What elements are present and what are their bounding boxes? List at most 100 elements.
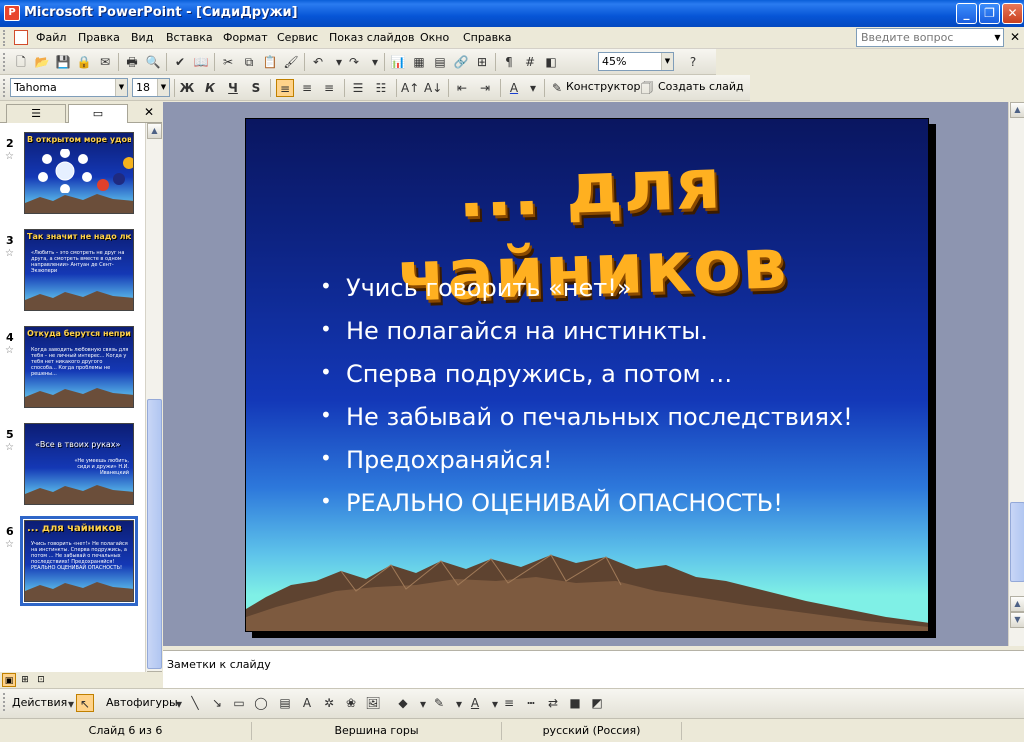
document-icon[interactable] [14,30,28,45]
slide-thumbnail[interactable]: «Все в твоих руках» «Не умеешь любить, с… [24,423,134,505]
print-icon[interactable]: 🖶 [123,53,141,71]
font-select[interactable]: Tahoma ▼ [10,78,128,97]
current-slide[interactable]: ... для чайников Учись говорить «нет!» Н… [245,118,929,632]
close-button[interactable]: ✕ [1002,3,1023,24]
line-style-icon[interactable]: ≡ [500,694,518,712]
minimize-button[interactable]: _ [956,3,977,24]
italic-button[interactable]: К [201,79,219,97]
line-color-icon[interactable]: ✎ [430,694,448,712]
ellipse-icon[interactable]: ◯ [252,694,270,712]
menu-help[interactable]: Справка [463,31,511,44]
notes-pane[interactable]: Заметки к слайду [163,650,1024,688]
menu-view[interactable]: Вид [131,31,153,44]
align-center-icon[interactable]: ≡ [298,79,316,97]
menu-insert[interactable]: Вставка [166,31,213,44]
arrow-icon[interactable]: ↘ [208,694,226,712]
permission-icon[interactable]: 🔒 [75,53,93,71]
chevron-down-icon[interactable]: ▼ [992,29,1003,46]
designer-icon[interactable]: ✎ [548,79,566,97]
numbering-icon[interactable]: ☰ [349,79,367,97]
slide-thumbnail[interactable]: В открытом море удовольствий... [24,132,134,214]
font-color-icon[interactable]: A [466,694,484,712]
help-search-input[interactable]: Введите вопрос [856,28,1004,47]
outline-tab[interactable]: ☰ [6,104,66,123]
scroll-up-icon[interactable]: ▲ [1010,102,1024,118]
new-slide-icon[interactable]: 🗍 [638,79,656,97]
font-color-icon[interactable]: A [505,79,523,97]
fill-color-icon[interactable]: ◆ [394,694,412,712]
chevron-down-icon[interactable]: ▼ [661,53,673,70]
toolbar-grip[interactable] [3,30,6,46]
dash-style-icon[interactable]: ┅ [522,694,540,712]
redo-dropdown-icon[interactable]: ▾ [366,53,384,71]
textbox-icon[interactable]: ▤ [276,694,294,712]
table-icon[interactable]: ▦ [410,53,428,71]
increase-indent-icon[interactable]: ⇥ [476,79,494,97]
menu-tools[interactable]: Сервис [277,31,318,44]
shadow-button[interactable]: S [247,79,265,97]
decrease-font-icon[interactable]: A↓ [424,79,442,97]
format-painter-icon[interactable]: 🖌 [282,53,300,71]
toolbar-grip[interactable] [3,79,6,97]
sorter-view-icon[interactable]: ⊞ [18,673,32,687]
toolbar-grip[interactable] [3,693,6,711]
spelling-icon[interactable]: ✔ [171,53,189,71]
open-icon[interactable]: 📂 [33,53,51,71]
scroll-thumb[interactable] [1010,502,1024,582]
picture-icon[interactable]: 🖼 [364,694,382,712]
chevron-down-icon[interactable]: ▼ [115,79,127,96]
shadow-style-icon[interactable]: ■ [566,694,584,712]
chevron-down-icon[interactable]: ▼ [157,79,169,96]
slide-thumbnail[interactable]: Так значит не надо любить? «Любить – это… [24,229,134,311]
paste-icon[interactable]: 📋 [261,53,279,71]
chart-icon[interactable]: 📊 [389,53,407,71]
maximize-button[interactable]: ❐ [979,3,1000,24]
color-icon[interactable]: ◧ [542,53,560,71]
decrease-indent-icon[interactable]: ⇤ [453,79,471,97]
slide-thumbnail[interactable]: Откуда берутся неприятности? Когда завод… [24,326,134,408]
hyperlink-icon[interactable]: 🔗 [452,53,470,71]
cut-icon[interactable]: ✂ [219,53,237,71]
prev-slide-icon[interactable]: ▲ [1010,596,1024,612]
3d-style-icon[interactable]: ◩ [588,694,606,712]
next-slide-icon[interactable]: ▼ [1010,612,1024,628]
document-close-icon[interactable]: ✕ [1010,30,1020,44]
rectangle-icon[interactable]: ▭ [230,694,248,712]
menu-file[interactable]: Файл [36,31,66,44]
undo-icon[interactable]: ↶ [309,53,327,71]
preview-icon[interactable]: 🔍 [144,53,162,71]
redo-icon[interactable]: ↷ [345,53,363,71]
bullets-icon[interactable]: ☷ [372,79,390,97]
font-color-dropdown-icon[interactable]: ▾ [524,79,542,97]
panel-scrollbar[interactable]: ▲ ▼ [145,123,162,688]
menu-format[interactable]: Формат [223,31,268,44]
clipart-icon[interactable]: ❀ [342,694,360,712]
menu-slideshow[interactable]: Показ слайдов [329,31,415,44]
scroll-up-icon[interactable]: ▲ [147,123,162,139]
help-icon[interactable]: ? [684,53,702,71]
zoom-select[interactable]: 45% ▼ [598,52,674,71]
menu-window[interactable]: Окно [420,31,449,44]
align-left-icon[interactable]: ≡ [276,79,294,97]
line-icon[interactable]: ╲ [186,694,204,712]
diagram-icon[interactable]: ✲ [320,694,338,712]
designer-button[interactable]: Конструктор [566,80,640,93]
save-icon[interactable]: 💾 [54,53,72,71]
tables-borders-icon[interactable]: ▤ [431,53,449,71]
canvas-scrollbar[interactable]: ▲ ▲ ▼ [1008,102,1024,646]
increase-font-icon[interactable]: A↑ [401,79,419,97]
show-formatting-icon[interactable]: ¶ [500,53,518,71]
font-size-select[interactable]: 18 ▼ [132,78,170,97]
arrow-style-icon[interactable]: ⇄ [544,694,562,712]
close-icon[interactable]: ✕ [144,105,154,119]
normal-view-icon[interactable]: ▣ [2,673,16,687]
select-cursor-icon[interactable]: ↖ [76,694,94,712]
autoshapes-menu[interactable]: Автофигуры [106,696,178,709]
slide-thumbnail-selected[interactable]: ... для чайников Учись говорить «нет!» Н… [20,516,138,606]
menu-edit[interactable]: Правка [78,31,120,44]
bold-button[interactable]: Ж [178,79,196,97]
new-slide-button[interactable]: Создать слайд [658,80,744,93]
slideshow-view-icon[interactable]: ⊡ [34,673,48,687]
new-icon[interactable]: 🗋 [12,53,30,71]
slide-bullets[interactable]: Учись говорить «нет!» Не полагайся на ин… [320,274,920,532]
